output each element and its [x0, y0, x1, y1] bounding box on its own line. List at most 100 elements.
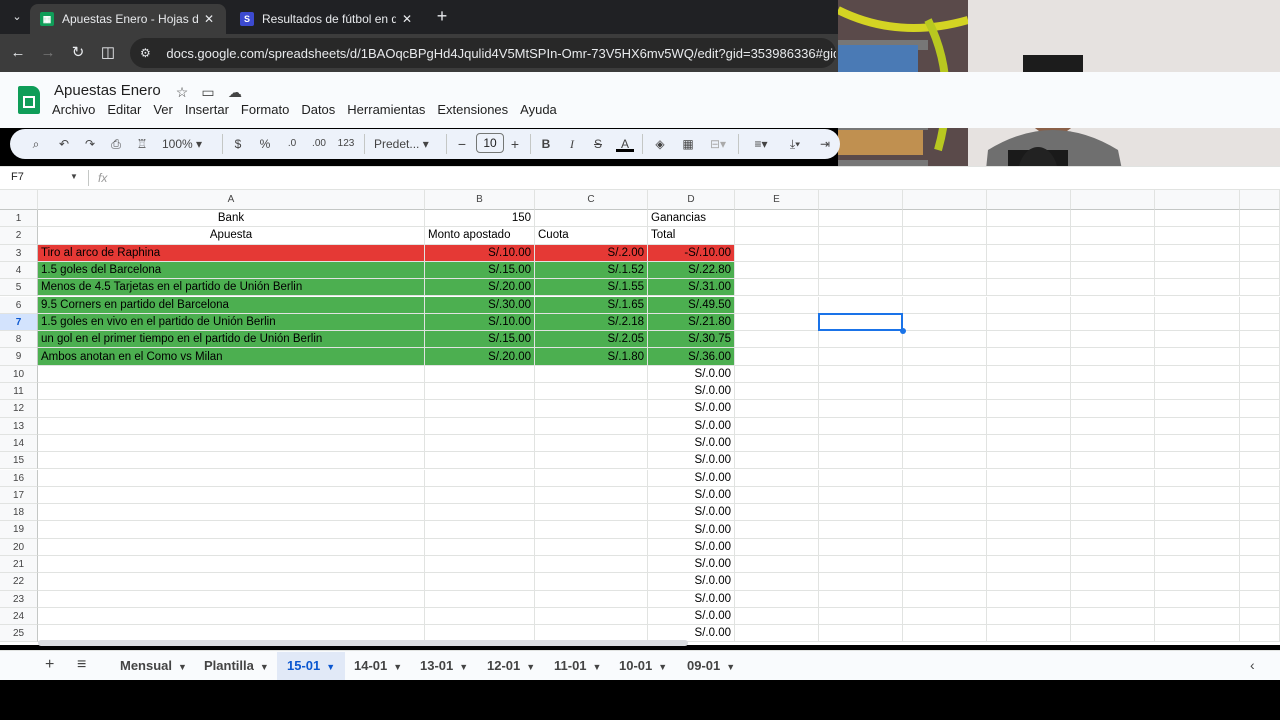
row-header[interactable]: 4 — [0, 261, 38, 280]
empty-cell[interactable] — [735, 556, 819, 574]
empty-cell[interactable] — [1071, 434, 1155, 453]
empty-cell[interactable] — [819, 504, 903, 522]
empty-cell[interactable] — [903, 227, 987, 245]
cell-c-5[interactable]: S/.1.55 — [535, 279, 648, 297]
chevron-down-icon[interactable]: ▼ — [70, 172, 78, 181]
cell-b-1[interactable]: 150 — [425, 210, 535, 228]
cell-a-21[interactable] — [38, 556, 425, 574]
cell-b-5[interactable]: S/.20.00 — [425, 279, 535, 297]
cell-d-16[interactable]: S/.0.00 — [648, 469, 735, 487]
horizontal-align-icon[interactable]: ≡▾ — [748, 136, 774, 152]
cell-c-19[interactable] — [535, 521, 648, 539]
cell-c-1[interactable] — [535, 210, 648, 228]
cell-c-3[interactable]: S/.2.00 — [535, 244, 648, 262]
empty-cell[interactable] — [1155, 296, 1240, 314]
row-header[interactable]: 18 — [0, 504, 38, 522]
empty-cell[interactable] — [903, 261, 987, 280]
empty-cell[interactable] — [1155, 400, 1240, 418]
empty-cell[interactable] — [987, 331, 1071, 349]
empty-cell[interactable] — [903, 521, 987, 539]
forward-icon[interactable]: → — [38, 43, 58, 63]
menu-insertar[interactable]: Insertar — [185, 102, 235, 117]
empty-cell[interactable] — [1155, 590, 1240, 608]
empty-cell[interactable] — [819, 279, 903, 297]
merge-cells-icon[interactable]: ⊟▾ — [706, 136, 730, 152]
empty-cell[interactable] — [1155, 313, 1240, 332]
cell-a-20[interactable] — [38, 538, 425, 556]
empty-cell[interactable] — [819, 590, 903, 608]
cell-a-11[interactable] — [38, 383, 425, 401]
empty-cell[interactable] — [819, 486, 903, 505]
empty-cell[interactable] — [987, 469, 1071, 487]
row-header[interactable]: 22 — [0, 573, 38, 591]
empty-cell[interactable] — [1155, 607, 1240, 626]
empty-cell[interactable] — [1155, 331, 1240, 349]
empty-cell[interactable] — [1240, 538, 1280, 556]
empty-cell[interactable] — [735, 434, 819, 453]
empty-cell[interactable] — [1071, 486, 1155, 505]
empty-cell[interactable] — [987, 486, 1071, 505]
empty-cell[interactable] — [987, 434, 1071, 453]
cell-a-17[interactable] — [38, 486, 425, 505]
column-header[interactable]: B — [425, 190, 535, 210]
empty-cell[interactable] — [1240, 590, 1280, 608]
star-icon[interactable]: ☆ — [174, 84, 190, 100]
empty-cell[interactable] — [987, 504, 1071, 522]
cell-d-11[interactable]: S/.0.00 — [648, 383, 735, 401]
empty-cell[interactable] — [1071, 296, 1155, 314]
cell-c-4[interactable]: S/.1.52 — [535, 261, 648, 280]
empty-cell[interactable] — [903, 607, 987, 626]
cell-c-15[interactable] — [535, 452, 648, 470]
cell-d-12[interactable]: S/.0.00 — [648, 400, 735, 418]
cell-d-1[interactable]: Ganancias — [648, 210, 735, 228]
empty-cell[interactable] — [735, 417, 819, 435]
chevron-down-icon[interactable]: ▼ — [726, 662, 735, 672]
column-header[interactable] — [819, 190, 903, 210]
empty-cell[interactable] — [819, 400, 903, 418]
font-size-decrease-button[interactable]: − — [456, 136, 468, 152]
decrease-decimal-button[interactable]: .0 — [282, 136, 302, 152]
empty-cell[interactable] — [903, 504, 987, 522]
empty-cell[interactable] — [1071, 469, 1155, 487]
cell-b-20[interactable] — [425, 538, 535, 556]
borders-icon[interactable]: ▦ — [680, 136, 696, 152]
empty-cell[interactable] — [1240, 521, 1280, 539]
cell-c-24[interactable] — [535, 607, 648, 626]
empty-cell[interactable] — [819, 434, 903, 453]
scroll-tabs-left-icon[interactable]: ‹ — [1250, 656, 1255, 674]
menu-datos[interactable]: Datos — [301, 102, 341, 117]
address-bar[interactable]: ⚙ docs.google.com/spreadsheets/d/1BAOqcB… — [130, 38, 836, 68]
spreadsheet-grid[interactable]: A B C D E 1 Bank 150 Ganancias 2 Apuesta Monto apos… — [0, 190, 1280, 645]
cell-a-22[interactable] — [38, 573, 425, 591]
cell-c-18[interactable] — [535, 504, 648, 522]
menu-ayuda[interactable]: Ayuda — [520, 102, 563, 117]
empty-cell[interactable] — [735, 348, 819, 366]
empty-cell[interactable] — [819, 261, 903, 280]
empty-cell[interactable] — [1155, 573, 1240, 591]
empty-cell[interactable] — [735, 573, 819, 591]
empty-cell[interactable] — [903, 331, 987, 349]
empty-cell[interactable] — [1155, 279, 1240, 297]
empty-cell[interactable] — [735, 313, 819, 332]
selected-cell-outline[interactable] — [818, 312, 903, 332]
cell-a-8[interactable]: un gol en el primer tiempo en el partido… — [38, 331, 425, 349]
empty-cell[interactable] — [903, 556, 987, 574]
cell-a-5[interactable]: Menos de 4.5 Tarjetas en el partido de U… — [38, 279, 425, 297]
site-info-icon[interactable]: ⚙ — [140, 46, 154, 60]
empty-cell[interactable] — [903, 296, 987, 314]
cell-c-11[interactable] — [535, 383, 648, 401]
empty-cell[interactable] — [819, 607, 903, 626]
menu-extensiones[interactable]: Extensiones — [437, 102, 514, 117]
empty-cell[interactable] — [1240, 313, 1280, 332]
empty-cell[interactable] — [735, 590, 819, 608]
empty-cell[interactable] — [987, 400, 1071, 418]
row-header[interactable]: 5 — [0, 279, 38, 297]
vertical-align-icon[interactable]: ⤓▾ — [782, 136, 808, 152]
empty-cell[interactable] — [1155, 348, 1240, 366]
empty-cell[interactable] — [1240, 607, 1280, 626]
empty-cell[interactable] — [1240, 244, 1280, 262]
empty-cell[interactable] — [1240, 331, 1280, 349]
cell-c-6[interactable]: S/.1.65 — [535, 296, 648, 314]
empty-cell[interactable] — [987, 365, 1071, 383]
empty-cell[interactable] — [1155, 452, 1240, 470]
